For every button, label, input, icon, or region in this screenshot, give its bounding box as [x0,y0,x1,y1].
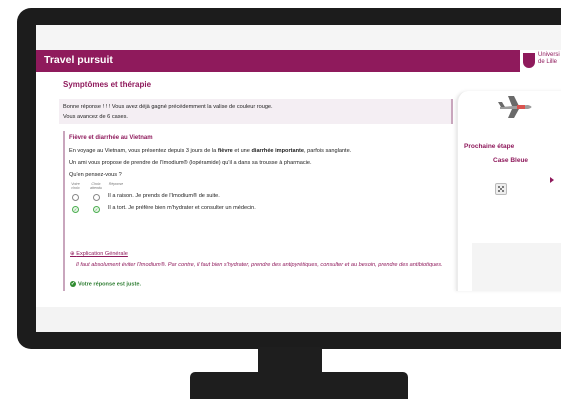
result-text: Votre réponse est juste. [78,281,142,288]
logo-text: Universi de Lille [538,52,560,65]
bottom-area [36,307,561,332]
answer-1-expected-radio [93,194,100,201]
success-check-icon: ✓ [70,281,76,287]
panel-placeholder [472,243,561,291]
feedback-line-1: Bonne réponse ! ! ! Vous avez déjà gagné… [63,104,273,110]
feedback-box: Bonne réponse ! ! ! Vous avez déjà gagné… [59,99,453,124]
answer-2-your-choice-check-icon[interactable]: ✓ [72,206,79,213]
feedback-line-2: Vous avancez de 6 cases. [63,114,128,120]
explanation-text: Il faut absolument éviter l'Imodium®. Pa… [76,262,443,268]
question-text-1c: et une [232,148,252,154]
answer-2-text: Il a tort. Je préfère bien m'hydrater et… [108,205,256,211]
question-text-1: En voyage au Vietnam, vous présentez dep… [69,148,351,154]
university-logo[interactable]: Universi de Lille [520,50,561,72]
question-text-1e: , parfois sanglante. [304,148,352,154]
question-text-1b: fièvre [217,148,233,154]
explanation-link-label: Explication Générale [76,251,128,257]
answer-1-your-choice-radio[interactable] [72,194,79,201]
answer-1-text: Il a raison. Je prends de l'Imodium® de … [108,193,220,199]
airplane-icon [498,96,532,118]
column-expected: Choix attendu [90,182,102,190]
question-text-1a: En voyage au Vietnam, vous présentez dep… [69,148,218,154]
next-step-label: Prochaine étape [464,143,515,150]
column-your-choice: Votre choix [71,182,80,190]
game-side-panel: Prochaine étape Case Bleue [456,91,561,291]
question-prompt: Qu'en pensez-vous ? [69,172,122,178]
question-title: Fièvre et diarrhée au Vietnam [69,135,153,141]
dice-icon[interactable] [495,183,507,195]
section-title: Symptômes et thérapie [63,80,152,89]
question-box: Fièvre et diarrhée au Vietnam En voyage … [63,131,457,291]
monitor-stand-neck [258,347,322,375]
app-title: Travel pursuit [44,54,113,66]
logo-mark [523,53,535,68]
screen: Travel pursuit Universi de Lille Symptôm… [36,25,561,332]
main-content: Symptômes et thérapie Bonne réponse ! ! … [36,72,561,332]
column-answer: Réponse [108,182,124,186]
next-arrow-icon[interactable] [550,177,554,183]
app-header: Travel pursuit Universi de Lille [36,50,561,72]
monitor-stand-base [190,372,408,399]
next-step-value: Case Bleue [493,157,529,164]
question-text-1d: diarrhée importante [251,148,305,154]
question-text-2: Un ami vous propose de prendre de l'Imod… [69,160,312,166]
explanation-link[interactable]: ⊕ Explication Générale [70,251,128,257]
result-message: ✓ Votre réponse est juste. [70,281,141,287]
answer-2-expected-check-icon: ✓ [93,206,100,213]
